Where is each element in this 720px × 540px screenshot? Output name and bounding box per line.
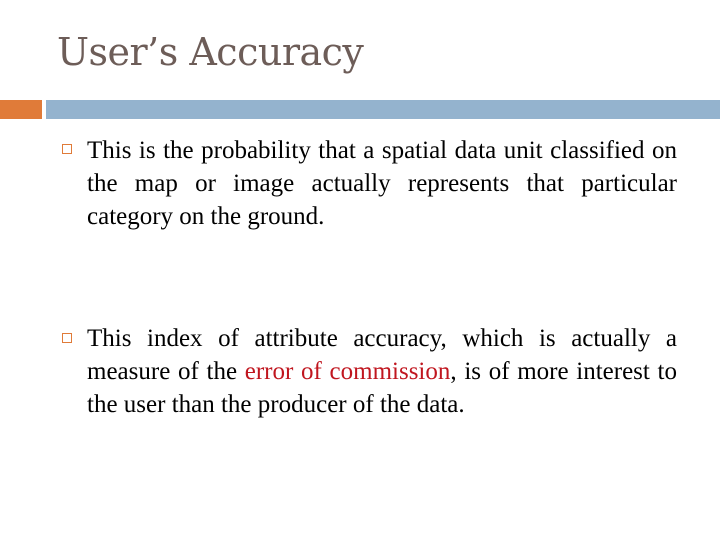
accent-bar-blue (46, 100, 720, 119)
bullet-text-1: This is the probability that a spatial d… (87, 137, 677, 230)
square-bullet-icon (62, 333, 72, 343)
highlight-error-of-commission: error of commission (244, 358, 451, 385)
accent-bar-orange (0, 100, 42, 119)
slide-title: User’s Accuracy (57, 30, 364, 74)
square-bullet-icon (62, 144, 72, 154)
bullet-text-2: This index of attribute accuracy, which … (87, 322, 677, 421)
